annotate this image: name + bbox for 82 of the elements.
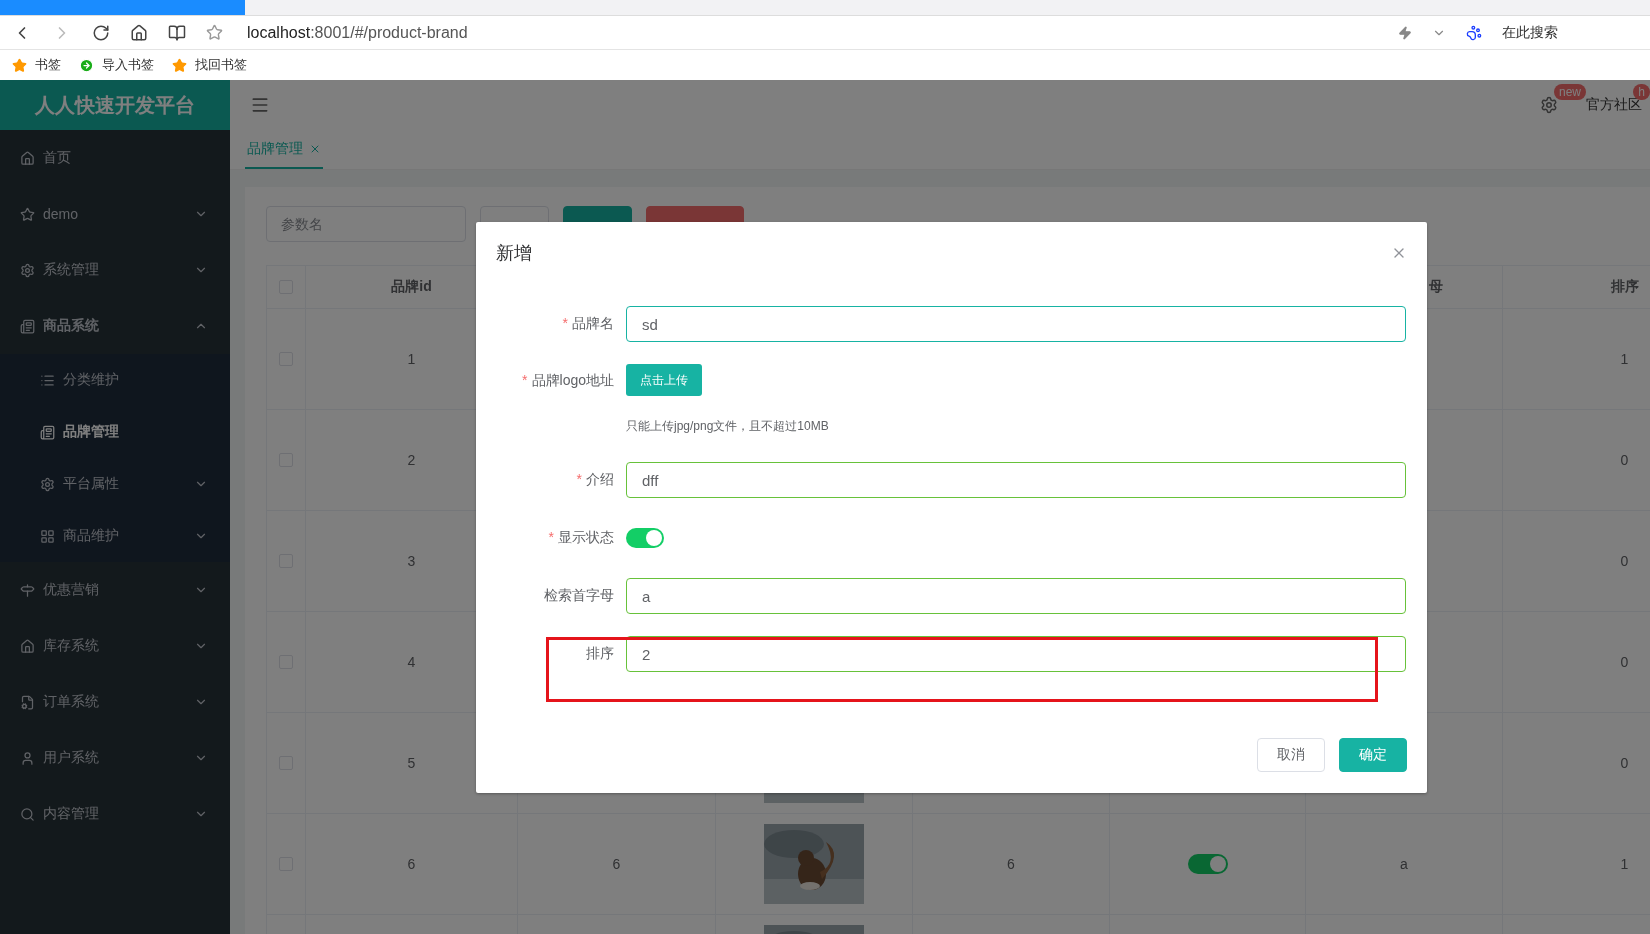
star-icon bbox=[20, 206, 35, 222]
search-icon bbox=[20, 806, 35, 822]
sidebar-item[interactable]: 库存系统 bbox=[0, 618, 230, 674]
bookmark-link[interactable]: 书签 bbox=[35, 56, 61, 74]
address-field[interactable]: localhost:8001/#/product-brand bbox=[247, 23, 1378, 42]
toggle-switch[interactable] bbox=[626, 528, 664, 548]
hint-text: 只能上传jpg/png文件，且不超过10MB bbox=[626, 418, 829, 435]
input-field[interactable]: dff bbox=[626, 462, 1406, 498]
settings-icon bbox=[20, 262, 35, 278]
required-mark: * bbox=[562, 315, 568, 333]
table-cell: 0 bbox=[1620, 755, 1629, 771]
table-cell: 4 bbox=[407, 654, 416, 670]
column-header: 母 bbox=[1429, 278, 1443, 296]
field-label: 品牌名 bbox=[572, 315, 614, 333]
sidebar-item[interactable]: 用户系统 bbox=[0, 730, 230, 786]
star-icon bbox=[172, 57, 187, 73]
notification-badge: new bbox=[1554, 84, 1586, 100]
newspaper-icon bbox=[40, 424, 55, 440]
search-field[interactable]: 在此搜索 bbox=[1502, 23, 1558, 42]
confirm-button[interactable]: 确定 bbox=[1339, 738, 1407, 772]
field-label: 排序 bbox=[586, 645, 614, 663]
sidebar-item[interactable]: 订单系统 bbox=[0, 674, 230, 730]
star-icon[interactable] bbox=[206, 24, 223, 41]
settings-icon bbox=[40, 476, 55, 492]
book-icon[interactable] bbox=[168, 23, 186, 42]
list-icon bbox=[40, 372, 55, 388]
settings-icon[interactable] bbox=[1540, 96, 1558, 114]
star-icon bbox=[12, 57, 27, 73]
table-cell: 5 bbox=[407, 755, 416, 771]
table-cell: 1 bbox=[1620, 351, 1629, 367]
table-cell: 6 bbox=[612, 856, 621, 872]
arrow-circle-icon bbox=[79, 57, 94, 73]
table-cell: 0 bbox=[1620, 654, 1629, 670]
required-mark: * bbox=[576, 471, 582, 489]
search-field[interactable]: 参数名 bbox=[266, 206, 466, 242]
field-label: 品牌logo地址 bbox=[531, 372, 614, 390]
field-label: 检索首字母 bbox=[544, 587, 614, 605]
dialog-title: 新增 bbox=[496, 242, 532, 265]
paw-icon[interactable] bbox=[1466, 24, 1482, 41]
column-header: 品牌id bbox=[391, 278, 432, 296]
home-icon bbox=[20, 150, 35, 166]
table-cell: a bbox=[1400, 856, 1408, 872]
newspaper-icon bbox=[20, 318, 35, 334]
bookmark-link[interactable]: 找回书签 bbox=[195, 56, 247, 74]
input-field[interactable]: a bbox=[626, 578, 1406, 614]
close-icon[interactable] bbox=[309, 143, 321, 155]
home-icon[interactable] bbox=[130, 23, 148, 42]
table-cell: 1 bbox=[407, 351, 416, 367]
table-cell: 1 bbox=[1620, 856, 1629, 872]
sidebar-item[interactable]: 系统管理 bbox=[0, 242, 230, 298]
table-cell: 0 bbox=[1620, 553, 1629, 569]
sidebar-item[interactable]: 内容管理 bbox=[0, 786, 230, 842]
app-logo: 人人快速开发平台 bbox=[0, 80, 230, 130]
sidebar-item[interactable]: 商品系统 bbox=[0, 298, 230, 354]
field-label: 介绍 bbox=[586, 471, 614, 489]
sidebar-item[interactable]: 优惠营销 bbox=[0, 562, 230, 618]
page-tab[interactable]: 品牌管理 bbox=[245, 131, 323, 169]
user-icon bbox=[20, 750, 35, 766]
lightning-icon[interactable] bbox=[1398, 25, 1412, 40]
table-cell: 0 bbox=[1620, 452, 1629, 468]
column-header: 排序 bbox=[1610, 278, 1639, 296]
cancel-button[interactable]: 取消 bbox=[1257, 738, 1325, 772]
required-mark: * bbox=[548, 529, 554, 547]
table-cell: 2 bbox=[407, 452, 416, 468]
signpost-icon bbox=[20, 582, 35, 598]
input-field[interactable]: sd bbox=[626, 306, 1406, 342]
menu-icon[interactable] bbox=[250, 95, 270, 115]
table-cell: 3 bbox=[407, 553, 416, 569]
field-label: 显示状态 bbox=[558, 529, 614, 547]
sidebar-item[interactable]: demo bbox=[0, 186, 230, 242]
table-cell: 6 bbox=[407, 856, 416, 872]
bookmark-link[interactable]: 导入书签 bbox=[102, 56, 154, 74]
table-cell: 6 bbox=[1007, 856, 1015, 872]
refresh-icon[interactable] bbox=[92, 23, 110, 42]
grid-icon bbox=[40, 528, 55, 544]
notification-badge: h bbox=[1633, 84, 1650, 100]
sidebar-item[interactable]: 首页 bbox=[0, 130, 230, 186]
file-gear-icon bbox=[20, 694, 35, 710]
required-mark: * bbox=[522, 372, 528, 390]
upload-button[interactable]: 点击上传 bbox=[626, 364, 702, 396]
house-icon bbox=[20, 638, 35, 654]
toggle-switch[interactable] bbox=[1187, 854, 1228, 874]
